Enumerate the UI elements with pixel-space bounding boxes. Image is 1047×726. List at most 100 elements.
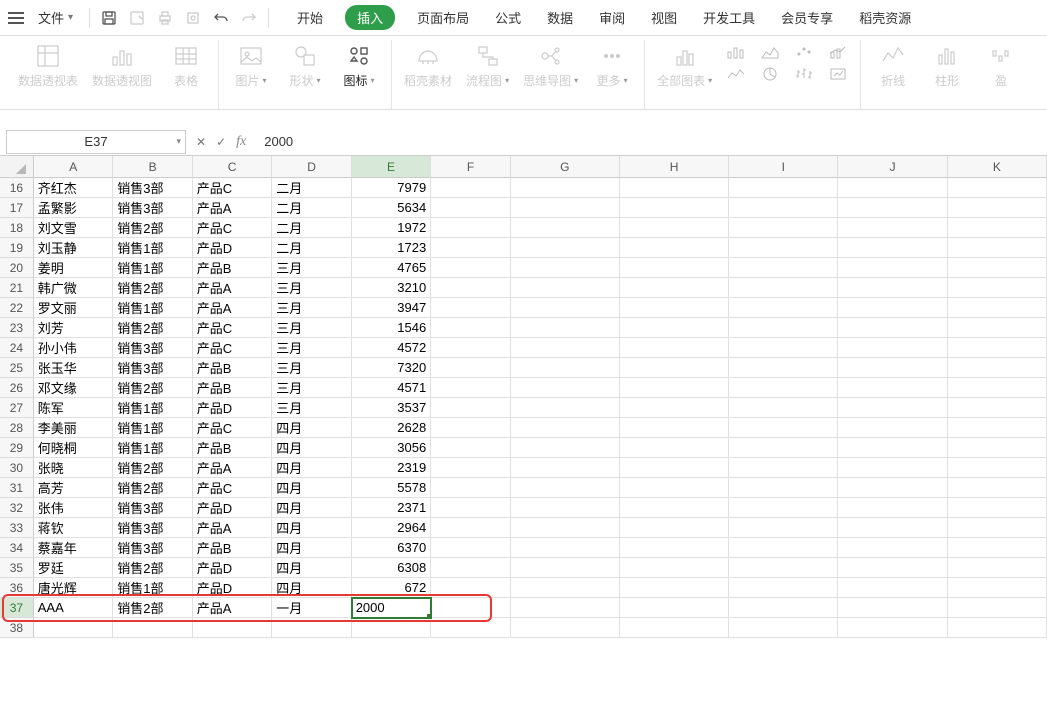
cell[interactable] xyxy=(729,338,838,358)
cell[interactable]: 销售2部 xyxy=(113,478,192,498)
cell[interactable] xyxy=(193,618,272,638)
cell[interactable] xyxy=(729,178,838,198)
cell[interactable]: 四月 xyxy=(272,478,351,498)
cell[interactable] xyxy=(620,178,729,198)
cell[interactable] xyxy=(511,358,620,378)
cell[interactable] xyxy=(620,578,729,598)
row-header[interactable]: 21 xyxy=(0,278,34,298)
cell[interactable]: 2964 xyxy=(352,518,431,538)
cell[interactable]: 刘玉静 xyxy=(34,238,113,258)
cell[interactable] xyxy=(948,178,1047,198)
cell[interactable]: 4572 xyxy=(352,338,431,358)
all-charts-button[interactable]: 全部图表▾ xyxy=(655,40,714,89)
cell[interactable]: 3056 xyxy=(352,438,431,458)
cell[interactable] xyxy=(431,578,510,598)
cell[interactable] xyxy=(431,478,510,498)
row-header[interactable]: 18 xyxy=(0,218,34,238)
cell[interactable]: 产品A xyxy=(193,198,272,218)
row-header[interactable]: 37 xyxy=(0,598,34,618)
cell[interactable]: 产品B xyxy=(193,538,272,558)
sparkline-column-button[interactable]: 柱形 xyxy=(925,40,969,89)
combo-chart-mini-icon[interactable] xyxy=(826,42,850,62)
cell[interactable]: 6370 xyxy=(352,538,431,558)
cell[interactable] xyxy=(620,198,729,218)
cell[interactable]: 李美丽 xyxy=(34,418,113,438)
tab-insert[interactable]: 插入 xyxy=(345,5,395,30)
cell[interactable] xyxy=(838,518,947,538)
tab-layout[interactable]: 页面布局 xyxy=(413,4,473,31)
cell[interactable]: 四月 xyxy=(272,418,351,438)
cell[interactable] xyxy=(511,498,620,518)
cell[interactable] xyxy=(838,278,947,298)
cell[interactable]: 销售3部 xyxy=(113,198,192,218)
cell[interactable] xyxy=(729,438,838,458)
cell[interactable]: 5634 xyxy=(352,198,431,218)
cell[interactable]: 产品B xyxy=(193,258,272,278)
cell[interactable]: 产品D xyxy=(193,558,272,578)
spreadsheet-grid[interactable]: ABCDEFGHIJK 16齐红杰销售3部产品C二月797917孟繁影销售3部产… xyxy=(0,156,1047,638)
cell[interactable] xyxy=(511,598,620,618)
cell[interactable] xyxy=(511,278,620,298)
print-icon[interactable] xyxy=(156,9,174,27)
tab-view[interactable]: 视图 xyxy=(647,4,681,31)
stock-chart-mini-icon[interactable] xyxy=(792,64,816,84)
cell[interactable] xyxy=(729,298,838,318)
cell[interactable] xyxy=(431,598,510,618)
cell[interactable] xyxy=(511,198,620,218)
cell[interactable]: 罗文丽 xyxy=(34,298,113,318)
bar-chart-mini-icon[interactable] xyxy=(724,42,748,62)
column-header-A[interactable]: A xyxy=(34,156,113,178)
cell[interactable]: 四月 xyxy=(272,558,351,578)
shape-button[interactable]: 形状▾ xyxy=(283,40,327,89)
cell[interactable]: 孟繁影 xyxy=(34,198,113,218)
cell[interactable] xyxy=(838,198,947,218)
select-all-corner[interactable] xyxy=(0,156,34,178)
row-header[interactable]: 19 xyxy=(0,238,34,258)
cell[interactable]: 672 xyxy=(352,578,431,598)
cell[interactable]: 销售2部 xyxy=(113,218,192,238)
cell[interactable] xyxy=(431,198,510,218)
cell[interactable] xyxy=(948,378,1047,398)
cell[interactable] xyxy=(113,618,192,638)
cell[interactable] xyxy=(838,578,947,598)
cell[interactable] xyxy=(431,618,510,638)
cell[interactable] xyxy=(431,318,510,338)
cell[interactable]: 产品C xyxy=(193,418,272,438)
table-button[interactable]: 表格 xyxy=(164,40,208,89)
cell[interactable] xyxy=(838,358,947,378)
cell[interactable] xyxy=(620,598,729,618)
cell[interactable] xyxy=(620,558,729,578)
cell[interactable]: 张玉华 xyxy=(34,358,113,378)
cell[interactable] xyxy=(620,218,729,238)
cell[interactable] xyxy=(948,278,1047,298)
cell[interactable]: 销售2部 xyxy=(113,378,192,398)
cell[interactable]: 产品C xyxy=(193,318,272,338)
cell[interactable] xyxy=(729,598,838,618)
more-charts-mini-icon[interactable] xyxy=(826,64,850,84)
cell[interactable]: 二月 xyxy=(272,238,351,258)
cell[interactable]: 四月 xyxy=(272,578,351,598)
confirm-icon[interactable]: ✓ xyxy=(216,135,226,149)
cell[interactable]: 销售1部 xyxy=(113,298,192,318)
tab-resources[interactable]: 稻壳资源 xyxy=(855,4,915,31)
cell[interactable]: 三月 xyxy=(272,298,351,318)
row-header[interactable]: 28 xyxy=(0,418,34,438)
cell[interactable] xyxy=(948,438,1047,458)
row-header[interactable]: 16 xyxy=(0,178,34,198)
cell[interactable] xyxy=(729,618,838,638)
cell[interactable] xyxy=(620,278,729,298)
cell[interactable] xyxy=(620,238,729,258)
cell[interactable]: 3537 xyxy=(352,398,431,418)
cell[interactable] xyxy=(948,238,1047,258)
cell[interactable]: 产品A xyxy=(193,458,272,478)
cell[interactable]: 三月 xyxy=(272,398,351,418)
cell[interactable]: 销售1部 xyxy=(113,398,192,418)
cell[interactable]: 唐光辉 xyxy=(34,578,113,598)
cell[interactable] xyxy=(948,518,1047,538)
cell[interactable]: 邓文缘 xyxy=(34,378,113,398)
cell[interactable]: 产品A xyxy=(193,598,272,618)
column-header-G[interactable]: G xyxy=(511,156,620,178)
cell[interactable] xyxy=(948,218,1047,238)
redo-icon[interactable] xyxy=(240,9,258,27)
cell[interactable] xyxy=(948,338,1047,358)
